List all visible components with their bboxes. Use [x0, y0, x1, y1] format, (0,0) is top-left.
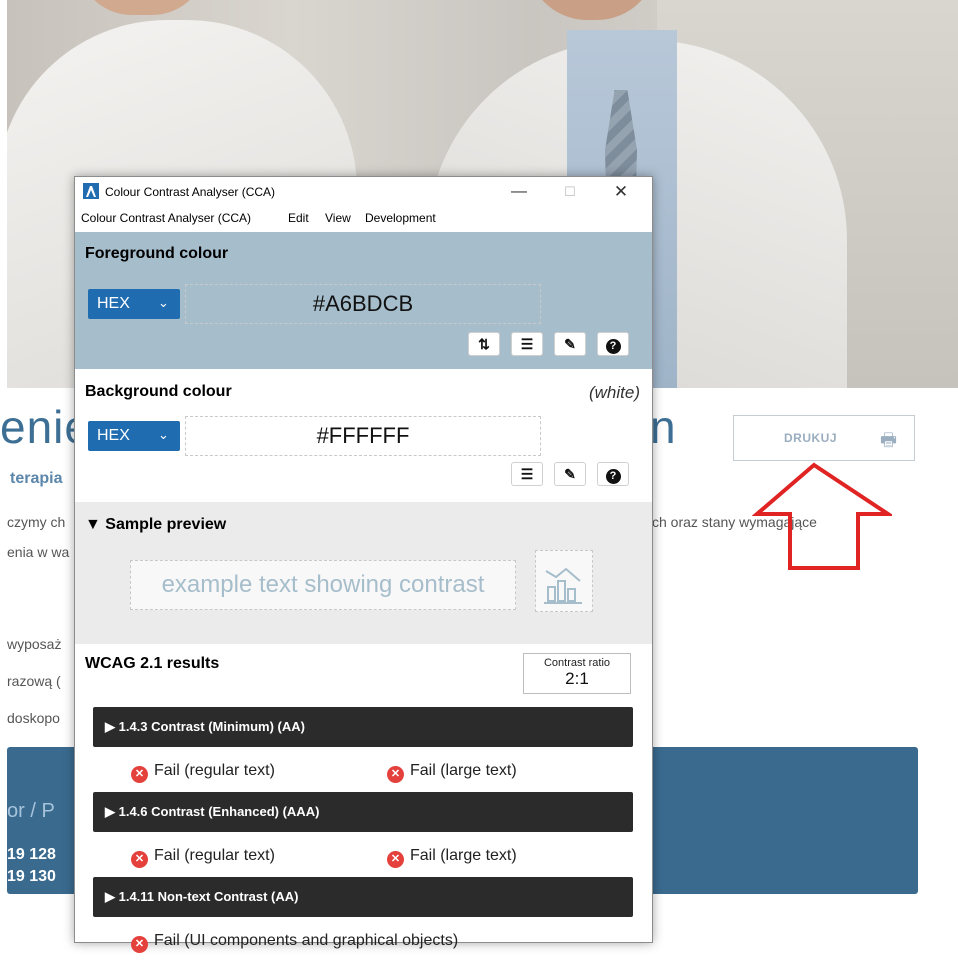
foreground-eyedropper-button[interactable]: ✎ [555, 333, 585, 355]
menubar: Colour Contrast Analyser (CCA) Edit View… [75, 207, 652, 229]
cca-window: Colour Contrast Analyser (CCA) — ☐ ✕ Col… [74, 176, 653, 953]
menu-view[interactable]: View [325, 211, 351, 225]
background-eyedropper-button[interactable]: ✎ [555, 463, 585, 485]
help-icon: ? [605, 339, 621, 354]
eyedropper-icon: ✎ [564, 466, 576, 482]
fail-icon: ✕ [131, 766, 148, 783]
page-text-line: wyposaż [7, 636, 62, 652]
background-sliders-button[interactable]: ☰ [512, 463, 542, 485]
close-button[interactable]: ✕ [598, 179, 644, 205]
fail-icon: ✕ [387, 851, 404, 868]
chevron-down-icon: ⌄ [158, 295, 169, 310]
sample-graphic-preview [535, 550, 593, 612]
fail-icon: ✕ [131, 936, 148, 953]
background-hex-input[interactable]: #FFFFFF [185, 416, 541, 456]
contrast-ratio-value: 2:1 [565, 669, 589, 688]
window-title: Colour Contrast Analyser (CCA) [105, 185, 276, 199]
foreground-format-value: HEX [97, 295, 130, 312]
print-button[interactable]: DRUKUJ 🖶 [733, 415, 915, 461]
cca-app-icon [83, 183, 99, 199]
page-text-line: doskopo [7, 710, 60, 726]
result-non-text: ✕ Fail (UI components and graphical objec… [131, 932, 458, 953]
sample-text-preview: example text showing contrast [130, 560, 516, 610]
contrast-ratio-label: Contrast ratio [543, 657, 611, 669]
background-panel: Background colour (white) HEX ⌄ #FFFFFF … [75, 369, 652, 502]
criterion-1-4-11-toggle[interactable]: ▶ 1.4.11 Non-text Contrast (AA) [93, 877, 633, 917]
page-title-end: n [650, 401, 676, 453]
help-icon: ? [605, 469, 621, 484]
chevron-down-icon: ⌄ [158, 427, 169, 442]
foreground-help-button[interactable]: ? [598, 333, 628, 355]
minimize-button[interactable]: — [496, 179, 542, 205]
sliders-icon: ☰ [520, 466, 534, 482]
print-button-label: DRUKUJ [784, 431, 838, 445]
printer-icon: 🖶 [880, 430, 897, 450]
swap-colours-button[interactable]: ⇅ [469, 333, 499, 355]
menu-edit[interactable]: Edit [288, 211, 309, 225]
background-colour-name: (white) [588, 383, 640, 402]
result-regular-text: ✕ Fail (regular text) [131, 847, 275, 868]
wcag-results-heading: WCAG 2.1 results [85, 655, 220, 672]
red-arrow-annotation [752, 462, 892, 570]
background-format-select[interactable]: HEX ⌄ [88, 421, 180, 451]
background-format-value: HEX [97, 427, 130, 444]
sliders-icon: ☰ [520, 336, 534, 352]
swap-icon: ⇅ [478, 336, 490, 352]
chart-icon [544, 567, 582, 604]
criterion-title: ▶ 1.4.3 Contrast (Minimum) (AA) [105, 719, 305, 734]
eyedropper-icon: ✎ [564, 336, 576, 352]
fail-icon: ✕ [387, 766, 404, 783]
foreground-format-select[interactable]: HEX ⌄ [88, 289, 180, 319]
phone-number: 19 130 [7, 868, 56, 885]
sample-preview-toggle[interactable]: ▼ Sample preview [85, 516, 226, 534]
background-help-button[interactable]: ? [598, 463, 628, 485]
foreground-sliders-button[interactable]: ☰ [512, 333, 542, 355]
contrast-ratio-box: Contrast ratio 2:1 [523, 653, 631, 694]
result-large-text: ✕ Fail (large text) [387, 847, 517, 868]
criterion-title: ▶ 1.4.6 Contrast (Enhanced) (AAA) [105, 804, 320, 819]
background-heading: Background colour [85, 383, 232, 400]
page-text-line: enia w wa [7, 544, 70, 560]
maximize-button[interactable]: ☐ [547, 179, 593, 205]
result-large-text: ✕ Fail (large text) [387, 762, 517, 783]
foreground-heading: Foreground colour [85, 245, 229, 262]
criterion-1-4-3-toggle[interactable]: ▶ 1.4.3 Contrast (Minimum) (AA) [93, 707, 633, 747]
fail-icon: ✕ [131, 851, 148, 868]
phone-number: 19 128 [7, 846, 56, 863]
criterion-1-4-6-toggle[interactable]: ▶ 1.4.6 Contrast (Enhanced) (AAA) [93, 792, 633, 832]
menu-development[interactable]: Development [365, 211, 436, 225]
page-subtitle: terapia [10, 470, 63, 487]
foreground-panel: Foreground colour HEX ⌄ #A6BDCB ⇅ ☰ ✎ ? [75, 232, 652, 369]
window-titlebar[interactable]: Colour Contrast Analyser (CCA) — ☐ ✕ [75, 177, 652, 207]
foreground-hex-input[interactable]: #A6BDCB [185, 284, 541, 324]
page-text-line: razową ( [7, 673, 61, 689]
menu-app[interactable]: Colour Contrast Analyser (CCA) [81, 211, 251, 225]
result-regular-text: ✕ Fail (regular text) [131, 762, 275, 783]
page-text-line: czymy ch [7, 514, 66, 530]
contact-band-title: or / P [7, 800, 55, 822]
sample-preview-panel: ▼ Sample preview example text showing co… [75, 502, 652, 644]
criterion-title: ▶ 1.4.11 Non-text Contrast (AA) [105, 889, 299, 904]
